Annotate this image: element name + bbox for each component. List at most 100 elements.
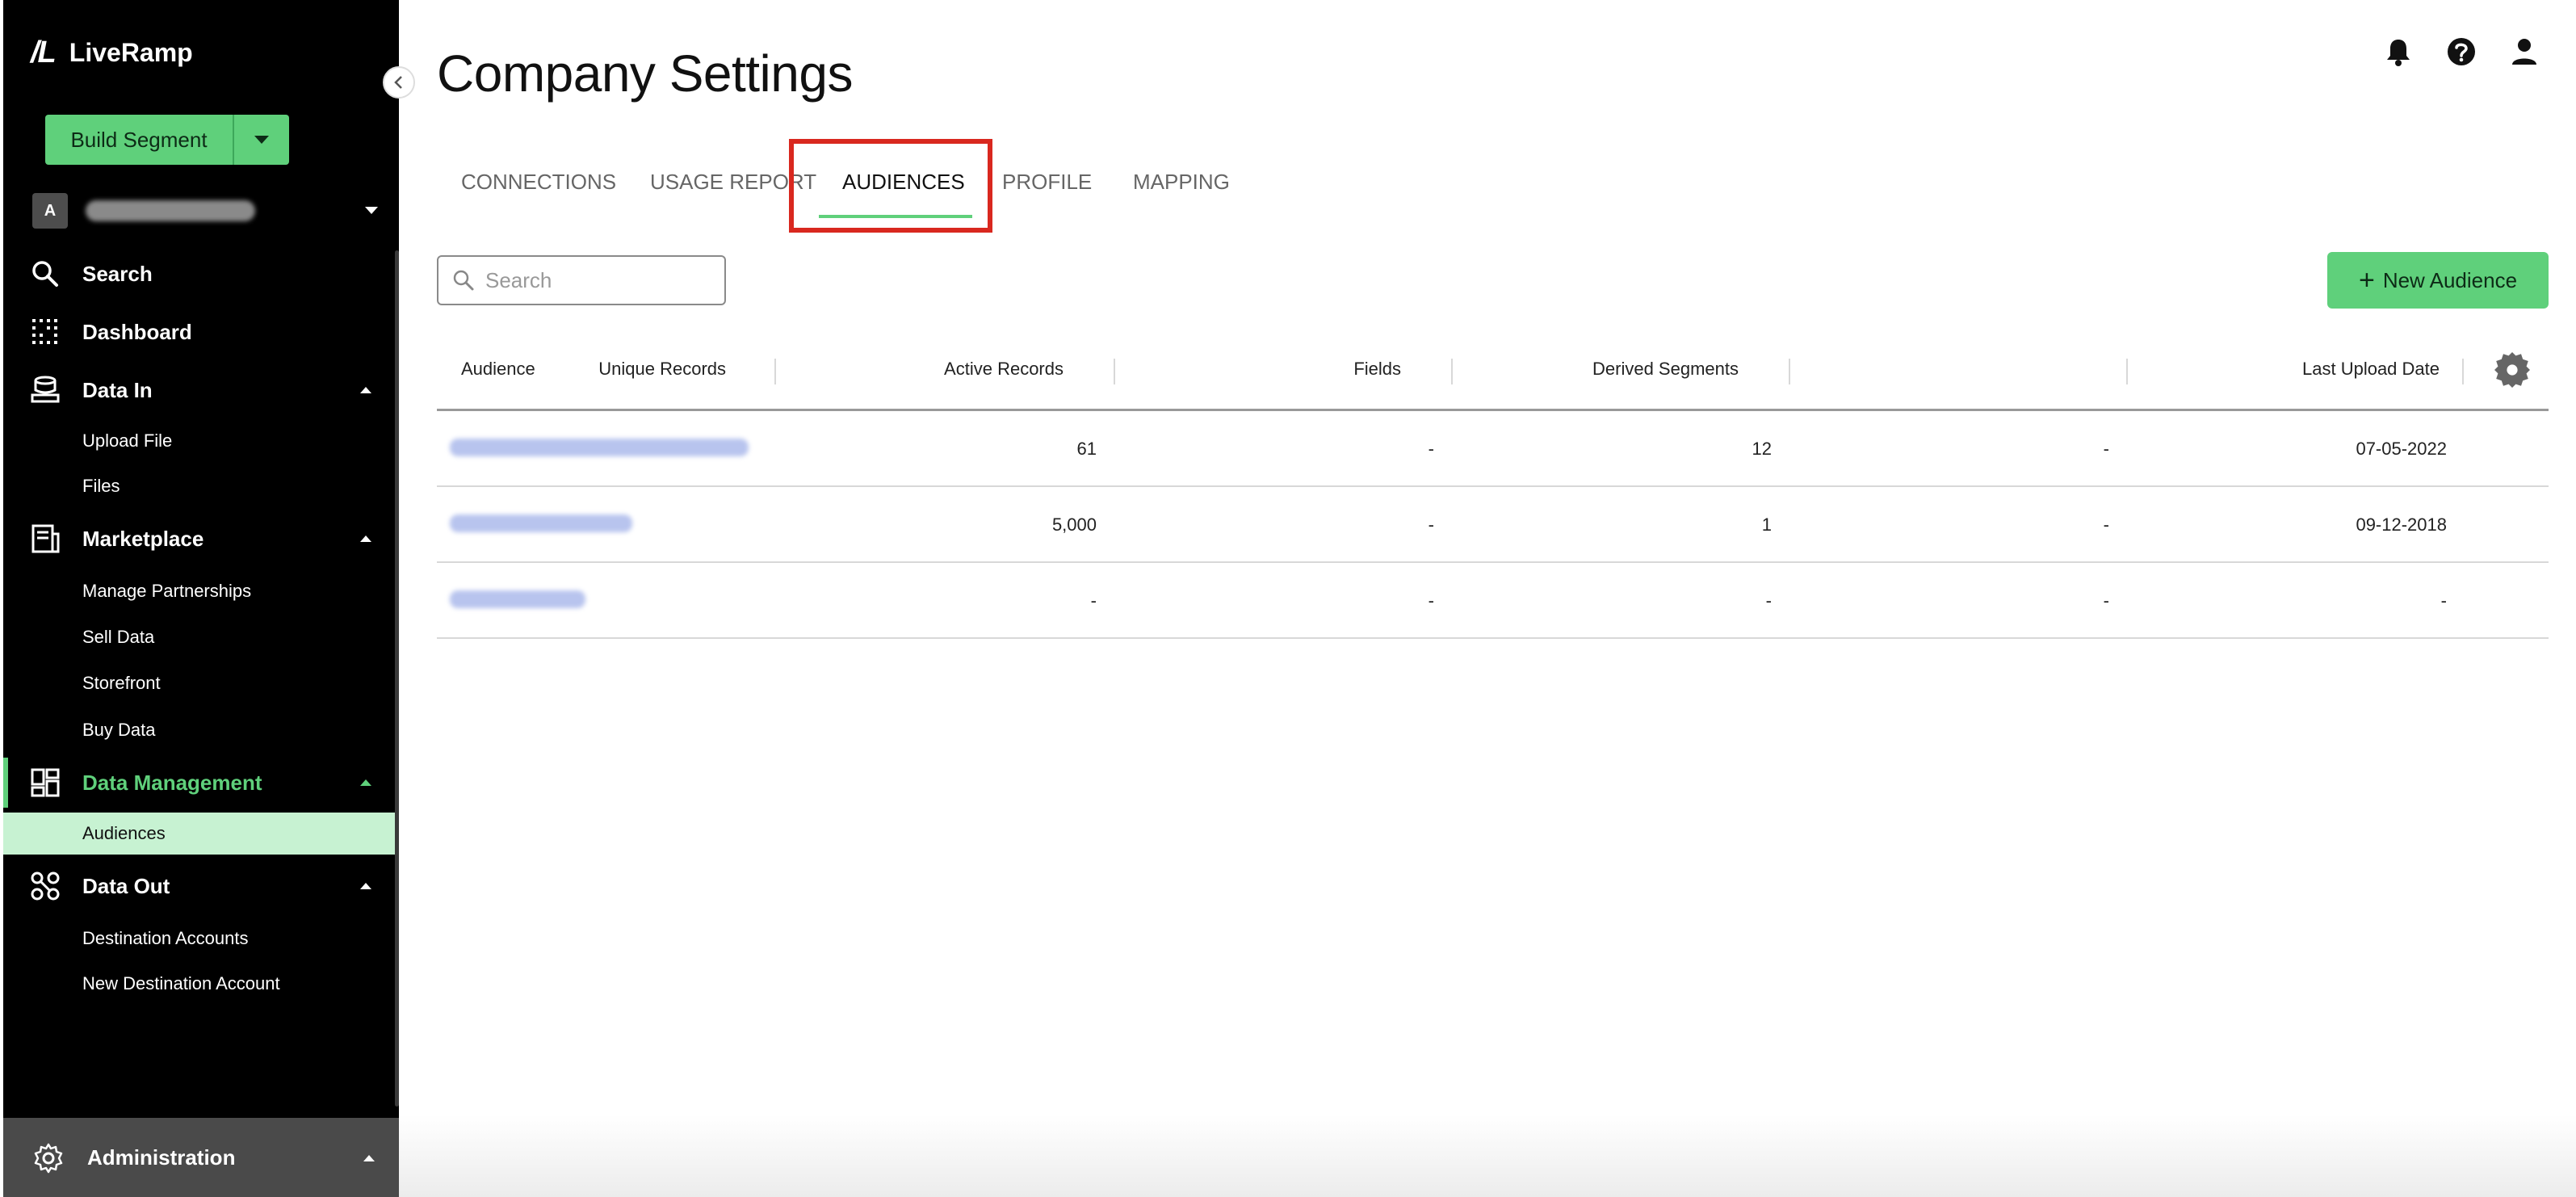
sidebar-subitem-label: Audiences [82,823,166,843]
sidebar-item-search[interactable]: Search [3,249,399,299]
audience-name-link-redacted[interactable] [450,439,749,456]
column-resize-handle[interactable] [2126,359,2128,384]
sidebar-subitem-storefront[interactable]: Storefront [3,662,399,704]
sidebar-item-dashboard[interactable]: Dashboard [3,307,399,357]
search-icon [453,270,474,291]
cell-unique-records: - [1090,590,1097,611]
caret-down-icon [365,207,378,214]
audiences-table: Audience Unique Records Active Records F… [437,339,2549,639]
account-switcher[interactable]: A [32,192,388,229]
cell-unique-records: 61 [1076,439,1097,459]
cell-fields: - [1765,590,1772,611]
build-segment-button[interactable]: Build Segment [45,115,233,165]
sidebar-subitem-label: Manage Partnerships [82,581,252,601]
cell-derived-segments: - [2103,590,2109,611]
cell-last-upload-date: 09-12-2018 [2356,514,2447,535]
sidebar-subitem-manage-partnerships[interactable]: Manage Partnerships [3,570,399,612]
sidebar: /L LiveRamp Build Segment A Search Dashb… [3,0,399,1197]
sidebar-subitem-label: Sell Data [82,627,155,647]
tab-mapping[interactable]: MAPPING [1133,170,1230,195]
sidebar-subitem-upload-file[interactable]: Upload File [3,420,399,462]
sidebar-item-data-management[interactable]: Data Management [3,758,399,808]
collapse-sidebar-button[interactable] [383,66,415,99]
tab-profile[interactable]: PROFILE [1002,170,1092,195]
column-resize-handle[interactable] [774,359,776,384]
logo-mark: /L [31,35,57,69]
sidebar-subitem-label: Destination Accounts [82,928,249,948]
sidebar-subitem-label: Files [82,476,120,496]
audience-name-link-redacted[interactable] [450,590,585,608]
column-header-audience[interactable]: Audience [461,359,535,380]
cell-active-records: - [1428,590,1434,611]
sidebar-subitem-files[interactable]: Files [3,465,399,507]
notifications-bell-icon[interactable] [2382,36,2414,68]
user-profile-icon[interactable] [2508,36,2540,68]
column-header-active-records[interactable]: Active Records [944,359,1064,380]
column-resize-handle[interactable] [1114,359,1115,384]
data-management-icon [31,768,60,797]
gear-icon [34,1143,63,1174]
search-input[interactable] [484,267,721,294]
cell-last-upload-date: 07-05-2022 [2356,439,2447,459]
sidebar-item-label: Search [82,261,153,286]
cell-fields: 1 [1761,514,1772,535]
marketplace-icon [31,524,60,553]
plus-icon: + [2358,265,2375,296]
column-header-derived-segments[interactable]: Derived Segments [1592,359,1739,380]
tab-connections[interactable]: CONNECTIONS [461,170,616,195]
sidebar-subitem-label: New Destination Account [82,973,280,993]
cell-derived-segments: - [2103,514,2109,535]
sidebar-item-marketplace[interactable]: Marketplace [3,514,399,564]
build-segment-dropdown-button[interactable] [233,115,289,165]
chevron-up-icon [360,779,371,786]
sidebar-item-label: Administration [87,1145,236,1170]
new-audience-button[interactable]: + New Audience [2327,252,2549,309]
search-icon [32,261,58,287]
table-row[interactable]: - - - - - [437,563,2549,639]
column-resize-handle[interactable] [2462,359,2464,384]
column-header-fields[interactable]: Fields [1353,359,1401,380]
sidebar-item-administration[interactable]: Administration [3,1118,399,1197]
column-header-unique-records[interactable]: Unique Records [598,359,726,380]
cell-unique-records: 5,000 [1051,514,1097,535]
chevron-up-icon [363,1155,375,1161]
build-segment-split-button: Build Segment [45,115,289,165]
sidebar-item-data-in[interactable]: Data In [3,365,399,415]
sidebar-subitem-buy-data[interactable]: Buy Data [3,709,399,751]
sidebar-subitem-new-destination-account[interactable]: New Destination Account [3,963,399,1005]
liveramp-logo[interactable]: /L LiveRamp [31,32,193,73]
column-resize-handle[interactable] [1789,359,1790,384]
table-row[interactable]: 5,000 - 1 - 09-12-2018 [437,487,2549,563]
cell-last-upload-date: - [2440,590,2447,611]
caret-down-icon [254,136,269,144]
chevron-up-icon [360,536,371,542]
new-audience-label: New Audience [2382,267,2518,292]
data-out-icon [31,872,60,901]
cell-fields: 12 [1752,439,1772,459]
sidebar-item-label: Marketplace [82,526,204,551]
audience-name-link-redacted[interactable] [450,514,632,532]
cell-active-records: - [1428,439,1434,459]
sidebar-subitem-audiences[interactable]: Audiences [3,813,399,855]
sidebar-scrollbar[interactable] [395,250,399,1107]
chevron-left-icon [394,76,402,89]
sidebar-subitem-sell-data[interactable]: Sell Data [3,616,399,658]
help-icon[interactable] [2445,36,2477,68]
cell-derived-segments: - [2103,439,2109,459]
table-header: Audience Unique Records Active Records F… [437,339,2549,411]
chevron-up-icon [360,883,371,889]
sidebar-item-data-out[interactable]: Data Out [3,861,399,911]
sidebar-item-label: Data In [82,377,153,402]
search-field[interactable] [437,255,726,305]
account-avatar: A [32,193,68,229]
column-header-last-upload-date[interactable]: Last Upload Date [2302,359,2440,380]
sidebar-subitem-label: Upload File [82,430,173,451]
sidebar-item-label: Data Out [82,873,170,898]
sidebar-subitem-destination-accounts[interactable]: Destination Accounts [3,918,399,960]
annotation-highlight-box [789,139,992,233]
sidebar-item-label: Dashboard [82,319,192,344]
dashboard-icon [32,319,57,344]
table-row[interactable]: 61 - 12 - 07-05-2022 [437,411,2549,487]
table-settings-gear-icon[interactable] [2494,352,2530,388]
column-resize-handle[interactable] [1451,359,1453,384]
